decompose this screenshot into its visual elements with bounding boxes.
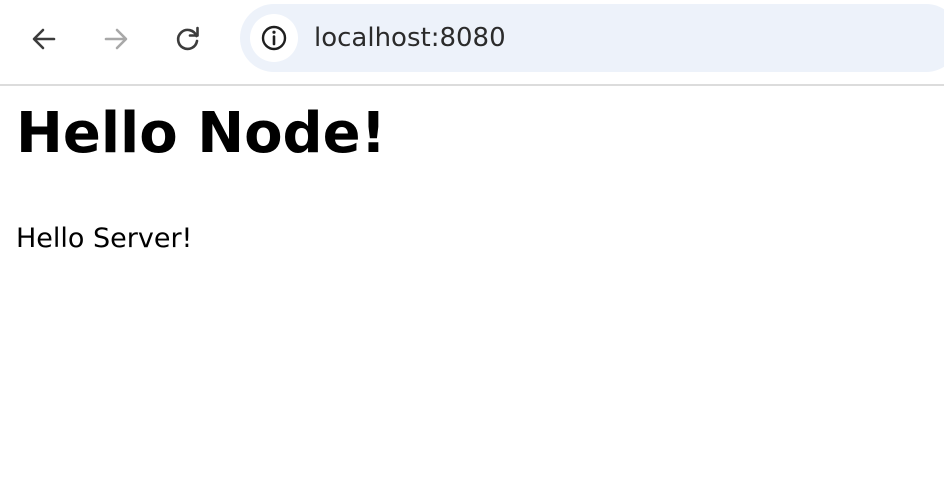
arrow-right-icon [104,28,128,50]
site-info-button[interactable] [250,14,298,62]
page-content: Hello Node! Hello Server! [0,86,944,502]
page-heading: Hello Node! [16,101,387,166]
info-icon [261,25,287,51]
reload-icon [176,26,199,51]
arrow-left-icon [32,28,56,50]
address-bar[interactable]: localhost:8080 [240,4,944,72]
url-text[interactable]: localhost:8080 [314,22,506,54]
back-button[interactable] [24,20,64,58]
reload-button[interactable] [168,20,208,58]
forward-button[interactable] [96,20,136,58]
page-paragraph: Hello Server! [16,223,193,254]
browser-toolbar: localhost:8080 [0,0,944,86]
